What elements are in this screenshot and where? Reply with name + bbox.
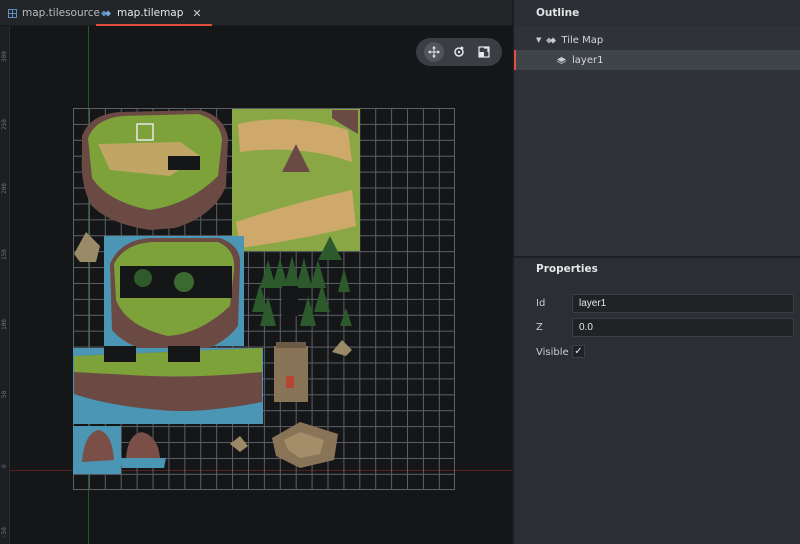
id-field[interactable] [572, 294, 794, 313]
chevron-down-icon[interactable]: ▼ [536, 36, 541, 44]
panel-divider[interactable] [514, 256, 800, 258]
outline-header: Outline [514, 0, 800, 26]
tab-label: map.tilemap [117, 7, 184, 19]
close-icon[interactable]: ✕ [192, 7, 201, 20]
tree-item-label: Tile Map [561, 34, 604, 46]
scale-tool-icon[interactable] [474, 42, 494, 62]
tree-item-label: layer1 [572, 54, 604, 66]
tab-label: map.tilesource [22, 7, 100, 19]
transform-toolbar [416, 38, 502, 66]
layer-icon [556, 56, 567, 64]
visible-checkbox[interactable]: ✓ [572, 345, 585, 358]
tilemap-icon [101, 10, 111, 16]
properties-title: Properties [536, 263, 598, 275]
tilemap-icon [546, 37, 557, 43]
editor-window: map.tilesource map.tilemap ✕ 300 250 200… [0, 0, 800, 544]
scene-viewport[interactable]: 300 250 200 150 100 50 0 -50 [0, 26, 512, 544]
visible-label: Visible [536, 347, 569, 358]
id-label: Id [536, 298, 546, 309]
outline-tree: ▼ Tile Map layer1 [514, 26, 800, 256]
tab-tilesource[interactable]: map.tilesource [2, 0, 106, 26]
tree-item-tile-map[interactable]: ▼ Tile Map [514, 30, 800, 50]
rotate-tool-icon[interactable] [449, 42, 469, 62]
tab-bar: map.tilesource map.tilemap ✕ [0, 0, 512, 26]
outline-title: Outline [536, 7, 580, 19]
tileset-icon [8, 8, 17, 18]
z-label: Z [536, 322, 543, 333]
tree-item-layer1[interactable]: layer1 [514, 50, 800, 70]
tilemap-canvas[interactable] [0, 26, 512, 544]
z-field[interactable] [572, 318, 794, 337]
tab-tilemap[interactable]: map.tilemap ✕ [94, 0, 212, 26]
side-panel: Outline ▼ Tile Map layer1 Properties Id … [512, 0, 800, 544]
move-tool-icon[interactable] [424, 42, 445, 62]
